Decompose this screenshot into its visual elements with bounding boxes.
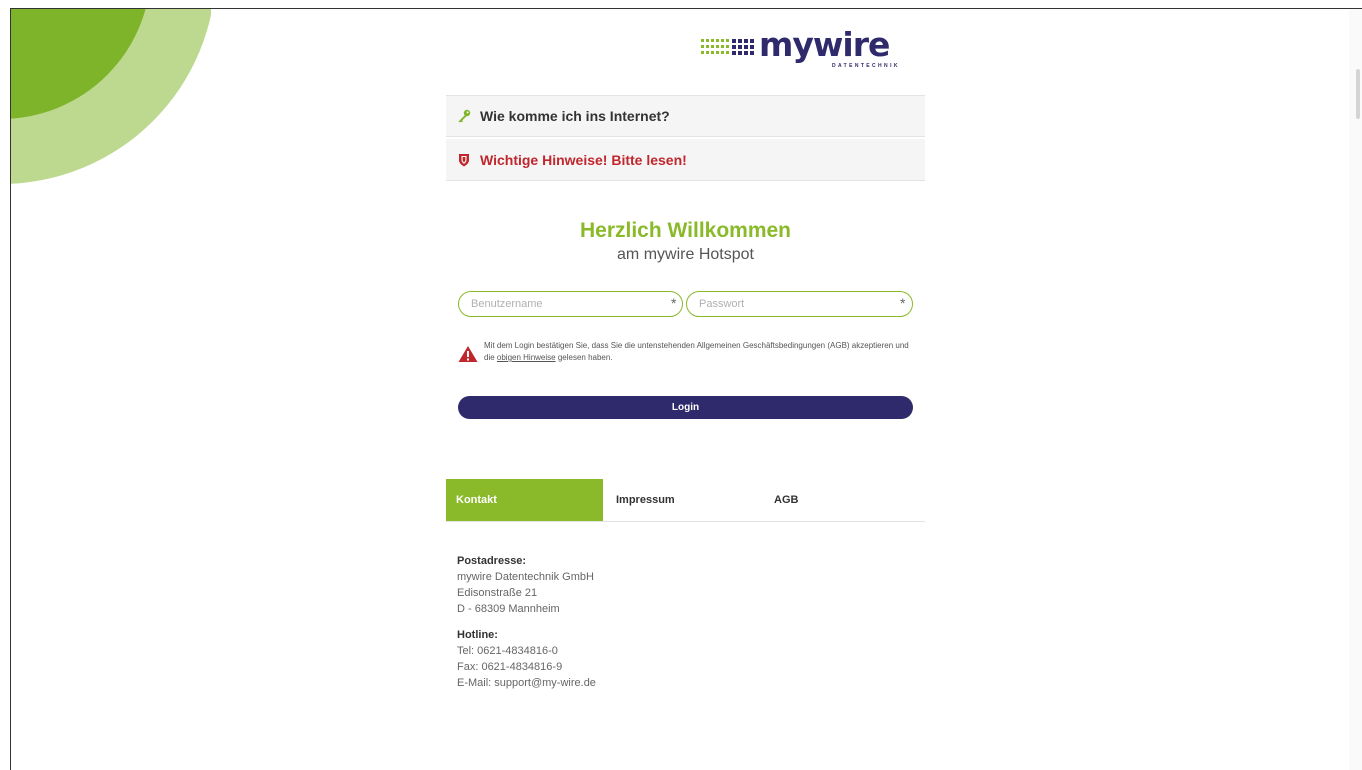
logo-wordmark: mywire bbox=[759, 25, 890, 64]
logo-dots-icon bbox=[701, 39, 754, 55]
notice-internet-label: Wie komme ich ins Internet? bbox=[480, 108, 670, 124]
hotline-heading: Hotline: bbox=[457, 629, 498, 641]
contact-panel: Postadresse: mywire Datentechnik GmbH Ed… bbox=[457, 553, 596, 691]
username-required-icon: * bbox=[671, 295, 677, 311]
company-name: mywire Datentechnik GmbH bbox=[457, 571, 594, 583]
fax-number: Fax: 0621-4834816-9 bbox=[457, 661, 563, 673]
street-address: Edisonstraße 21 bbox=[457, 587, 538, 599]
notice-important[interactable]: Wichtige Hinweise! Bitte lesen! bbox=[446, 139, 925, 181]
legal-notice: Mit dem Login bestätigen Sie, dass Sie d… bbox=[458, 340, 913, 364]
shield-icon bbox=[459, 153, 469, 166]
support-email[interactable]: E-Mail: support@my-wire.de bbox=[457, 675, 596, 691]
tab-impressum[interactable]: Impressum bbox=[616, 479, 675, 521]
notice-important-label: Wichtige Hinweise! Bitte lesen! bbox=[480, 151, 687, 168]
phone-number: Tel: 0621-4834816-0 bbox=[457, 645, 558, 657]
scrollbar-thumb[interactable] bbox=[1356, 69, 1360, 119]
login-button[interactable]: Login bbox=[458, 396, 913, 419]
hints-link[interactable]: obigen Hinweise bbox=[497, 353, 556, 362]
welcome-title: Herzlich Willkommen bbox=[579, 219, 792, 242]
logo-subtitle: DATENTECHNIK bbox=[832, 63, 900, 69]
mywire-logo: mywire DATENTECHNIK bbox=[701, 25, 921, 73]
tab-agb[interactable]: AGB bbox=[774, 479, 798, 521]
username-input[interactable] bbox=[458, 291, 683, 317]
city-address: D - 68309 Mannheim bbox=[457, 603, 560, 615]
key-icon bbox=[458, 109, 471, 123]
warning-icon bbox=[458, 346, 478, 362]
notice-internet-help[interactable]: Wie komme ich ins Internet? bbox=[446, 95, 925, 137]
welcome-subtitle: am mywire Hotspot bbox=[617, 246, 754, 263]
legal-text-after: gelesen haben. bbox=[555, 353, 613, 362]
tab-kontakt[interactable]: Kontakt bbox=[446, 479, 603, 521]
corner-decoration bbox=[11, 9, 211, 184]
password-required-icon: * bbox=[900, 295, 906, 311]
password-input[interactable] bbox=[686, 291, 913, 317]
welcome-block: Herzlich Willkommen am mywire Hotspot bbox=[446, 219, 925, 264]
scrollbar[interactable] bbox=[1349, 9, 1362, 770]
postal-heading: Postadresse: bbox=[457, 555, 527, 567]
legal-text: Mit dem Login bestätigen Sie, dass Sie d… bbox=[484, 340, 913, 364]
info-tabs: Kontakt Impressum AGB bbox=[446, 479, 925, 522]
browser-viewport: mywire DATENTECHNIK Wie komme ich ins In… bbox=[10, 8, 1362, 770]
